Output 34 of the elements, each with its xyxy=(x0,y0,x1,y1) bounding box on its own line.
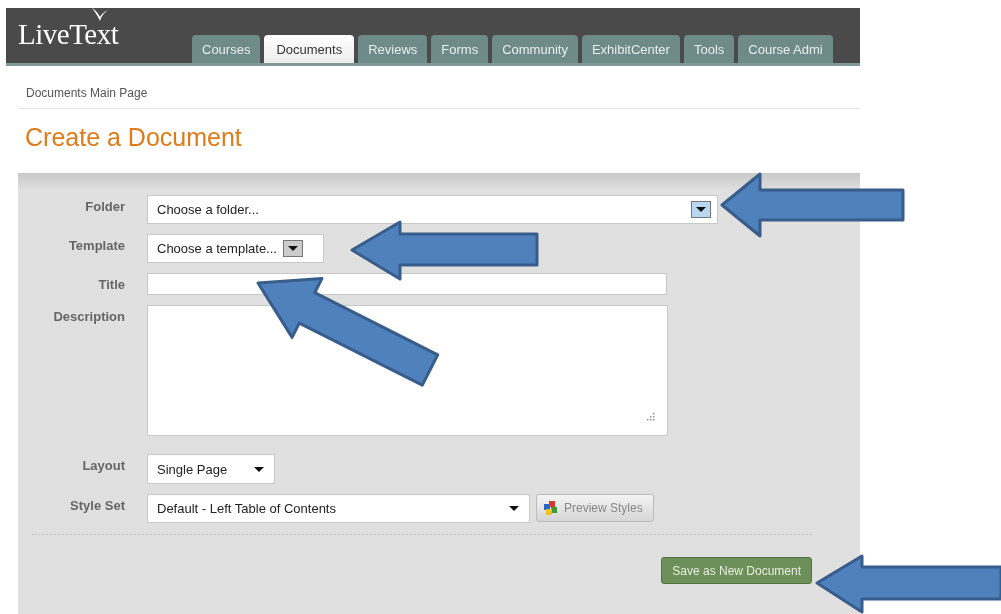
preview-styles-button[interactable]: Preview Styles xyxy=(536,494,654,522)
select-dropdown[interactable]: Single Page xyxy=(147,454,275,484)
field-label: Template xyxy=(67,237,125,253)
nav-tab[interactable]: Documents xyxy=(264,35,355,63)
logo: LiveText xyxy=(18,18,120,51)
template-dropdown[interactable]: Choose a template... xyxy=(147,234,324,263)
nav-tab[interactable]: ExhibitCenter xyxy=(581,35,680,63)
caret-icon xyxy=(509,506,519,511)
field-label: Style Set xyxy=(69,497,125,513)
breadcrumb: Documents Main Page xyxy=(18,86,860,109)
arrow-icon xyxy=(720,172,905,238)
folder-dropdown[interactable]: Choose a folder... xyxy=(147,195,718,224)
field-label: Layout xyxy=(81,457,125,473)
dropdown-icon[interactable] xyxy=(691,201,711,218)
swoosh-icon xyxy=(92,8,108,21)
field-label: Folder xyxy=(84,198,125,214)
resize-grip-icon[interactable] xyxy=(647,413,655,421)
nav-tab[interactable]: Courses xyxy=(192,35,261,63)
description-textarea[interactable] xyxy=(147,305,668,436)
field-label: Description xyxy=(52,308,125,324)
field-label: Title xyxy=(97,276,125,292)
arrow-icon xyxy=(815,554,1001,614)
dropdown-icon[interactable] xyxy=(282,240,303,257)
nav-tab[interactable]: Forms xyxy=(431,35,489,63)
save-button[interactable]: Save as New Document xyxy=(661,557,812,584)
caret-icon xyxy=(254,466,264,472)
nav-tab[interactable]: Tools xyxy=(683,35,735,63)
page-heading: Create a Document xyxy=(25,123,243,152)
nav-tab[interactable]: Course Admi xyxy=(738,35,833,63)
select-dropdown[interactable]: Default - Left Table of Contents xyxy=(147,494,530,523)
palette-icon xyxy=(544,501,558,515)
nav-tab[interactable]: Reviews xyxy=(358,35,428,63)
title-input[interactable] xyxy=(147,273,667,295)
nav-tab[interactable]: Community xyxy=(492,35,578,63)
